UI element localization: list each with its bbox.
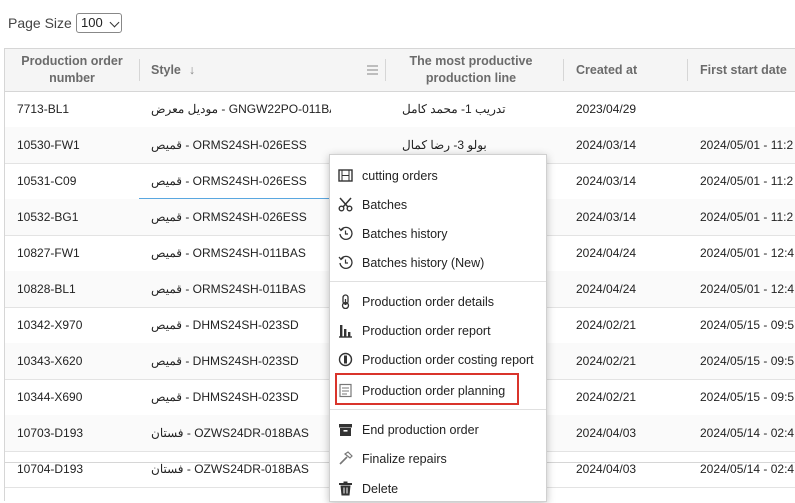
cell-first-start-date[interactable]: 2024/05/15 - 09:5 <box>700 379 795 415</box>
cell-style[interactable]: موديل معرض - GNGW22PO-011BA <box>151 91 331 127</box>
cell-created-at[interactable]: 2024/02/21 <box>576 307 686 343</box>
cell-order-number[interactable]: 7713-BL1 <box>17 91 135 127</box>
toolbar: Page Size 100 <box>0 0 795 48</box>
menu-item-batches-history-new[interactable]: Batches history (New) <box>330 248 546 277</box>
table-row[interactable]: 7713-BL1 موديل معرض - GNGW22PO-011BA تدريب… <box>5 91 795 128</box>
cell-order-number[interactable]: 10344-X690 <box>17 379 135 415</box>
menu-item-label: Production order details <box>362 294 495 309</box>
cell-first-start-date[interactable]: 2024/05/01 - 12:4 <box>700 235 795 271</box>
cell-order-number[interactable]: 10342-X970 <box>17 307 135 343</box>
menu-item-production-order-costing-report[interactable]: Production order costing report <box>330 345 546 374</box>
archive-box-icon <box>337 421 354 438</box>
cell-order-number[interactable]: 10343-X620 <box>17 343 135 379</box>
column-header-created-at[interactable]: Created at <box>576 49 686 91</box>
trash-icon <box>337 480 354 497</box>
column-separator[interactable] <box>139 59 140 81</box>
cell-created-at[interactable]: 2024/02/21 <box>576 379 686 415</box>
film-icon <box>337 167 354 184</box>
cell-order-number[interactable]: 10531-C09 <box>17 163 135 199</box>
cell-order-number[interactable]: 10530-FW1 <box>17 127 135 163</box>
menu-item-delete[interactable]: Delete <box>330 474 546 503</box>
cell-style[interactable]: قميص - ORMS24SH-026ESS <box>151 127 331 163</box>
menu-item-batches-history[interactable]: Batches history <box>330 219 546 248</box>
cell-style[interactable]: فستان - OZWS24DR-018BAS <box>151 415 331 451</box>
cell-order-number[interactable]: 10828-BL1 <box>17 271 135 307</box>
bar-chart-icon <box>337 322 354 339</box>
cell-created-at[interactable]: 2024/04/03 <box>576 415 686 451</box>
highlight-annotation <box>335 373 519 405</box>
menu-item-finalize-repairs[interactable]: Finalize repairs <box>330 444 546 473</box>
page-size-value: 100 <box>81 15 103 30</box>
cell-first-start-date[interactable]: 2024/05/14 - 02:4 <box>700 415 795 451</box>
cell-first-start-date[interactable]: 2024/05/01 - 11:2 <box>700 199 795 235</box>
column-separator[interactable] <box>687 59 688 81</box>
menu-item-label: Production order costing report <box>362 352 534 367</box>
history-icon <box>337 254 354 271</box>
cell-created-at[interactable]: 2024/03/14 <box>576 199 686 235</box>
chevron-down-icon <box>109 17 120 28</box>
history-icon <box>337 225 354 242</box>
cell-first-start-date[interactable]: 2024/05/01 - 12:4 <box>700 271 795 307</box>
cell-created-at[interactable]: 2024/04/03 <box>576 451 686 487</box>
menu-item-production-order-report[interactable]: Production order report <box>330 316 546 345</box>
column-separator[interactable] <box>563 59 564 81</box>
cell-order-number[interactable]: 10703-D193 <box>17 415 135 451</box>
cell-style[interactable]: قميص - DHMS24SH-023SD <box>151 343 331 379</box>
hammer-icon <box>337 450 354 467</box>
sort-descending-icon: ↓ <box>188 63 196 77</box>
cell-first-start-date[interactable]: 2024/05/15 - 09:5 <box>700 343 795 379</box>
menu-item-label: Batches <box>362 197 408 212</box>
menu-item-production-order-details[interactable]: Production order details <box>330 287 546 316</box>
cell-first-start-date[interactable]: 2024/05/01 - 11:2 <box>700 163 795 199</box>
cell-order-number[interactable]: 10532-BG1 <box>17 199 135 235</box>
cell-first-start-date[interactable]: 2024/05/15 - 09:5 <box>700 307 795 343</box>
column-header-style[interactable]: Style ↓ <box>151 49 381 91</box>
column-header-productive-line[interactable]: The most productive production line <box>386 49 556 91</box>
menu-item-label: Batches history (New) <box>362 255 485 270</box>
cell-created-at[interactable]: 2023/04/29 <box>576 91 686 127</box>
grid-header: Production order number Style ↓ The most… <box>5 49 795 92</box>
menu-item-label: Production order report <box>362 323 491 338</box>
menu-item-end-production-order[interactable]: End production order <box>330 415 546 444</box>
cell-created-at[interactable]: 2024/03/14 <box>576 163 686 199</box>
cell-first-start-date[interactable] <box>700 91 795 127</box>
menu-item-label: cutting orders <box>362 168 438 183</box>
cell-style[interactable]: قميص - ORMS24SH-011BAS <box>151 235 331 271</box>
cell-style[interactable]: قميص - ORMS24SH-011BAS <box>151 271 331 307</box>
cell-created-at[interactable]: 2024/02/21 <box>576 343 686 379</box>
cell-style[interactable]: قميص - ORMS24SH-026ESS <box>151 163 331 199</box>
coin-icon <box>337 351 354 368</box>
cell-order-number[interactable]: 10704-D193 <box>17 451 135 487</box>
menu-divider <box>330 409 546 410</box>
cell-order-number[interactable]: 10827-FW1 <box>17 235 135 271</box>
cell-style[interactable]: قميص - DHMS24SH-023SD <box>151 379 331 415</box>
menu-divider <box>330 281 546 282</box>
column-header-first-start-date[interactable]: First start date <box>700 49 795 91</box>
menu-item-label: End production order <box>362 422 479 437</box>
menu-item-cutting-orders[interactable]: cutting orders <box>330 161 546 190</box>
menu-item-label: Delete <box>362 481 399 496</box>
menu-item-batches[interactable]: Batches <box>330 190 546 219</box>
cell-created-at[interactable]: 2024/03/14 <box>576 127 686 163</box>
cell-style[interactable]: فستان - OZWS24DR-018BAS <box>151 451 331 487</box>
cell-first-start-date[interactable]: 2024/05/01 - 11:2 <box>700 127 795 163</box>
column-header-order-number[interactable]: Production order number <box>5 49 139 91</box>
menu-item-label: Batches history <box>362 226 448 241</box>
cell-first-start-date[interactable]: 2024/05/14 - 02:4 <box>700 451 795 487</box>
menu-item-label: Finalize repairs <box>362 451 447 466</box>
cell-production-line[interactable]: تدريب 1- محمد كامل <box>402 91 552 127</box>
cell-created-at[interactable]: 2024/04/24 <box>576 235 686 271</box>
page-size-label: Page Size <box>8 15 72 31</box>
cell-style[interactable]: قميص - ORMS24SH-026ESS <box>151 199 331 235</box>
context-menu: cutting orders Batches Batches history B… <box>329 154 547 502</box>
cell-style[interactable]: قميص - DHMS24SH-023SD <box>151 307 331 343</box>
page-size-select[interactable]: 100 <box>76 13 122 33</box>
scissors-icon <box>337 196 354 213</box>
thermometer-icon <box>337 293 354 310</box>
column-menu-icon[interactable] <box>367 64 378 75</box>
cell-created-at[interactable]: 2024/04/24 <box>576 271 686 307</box>
